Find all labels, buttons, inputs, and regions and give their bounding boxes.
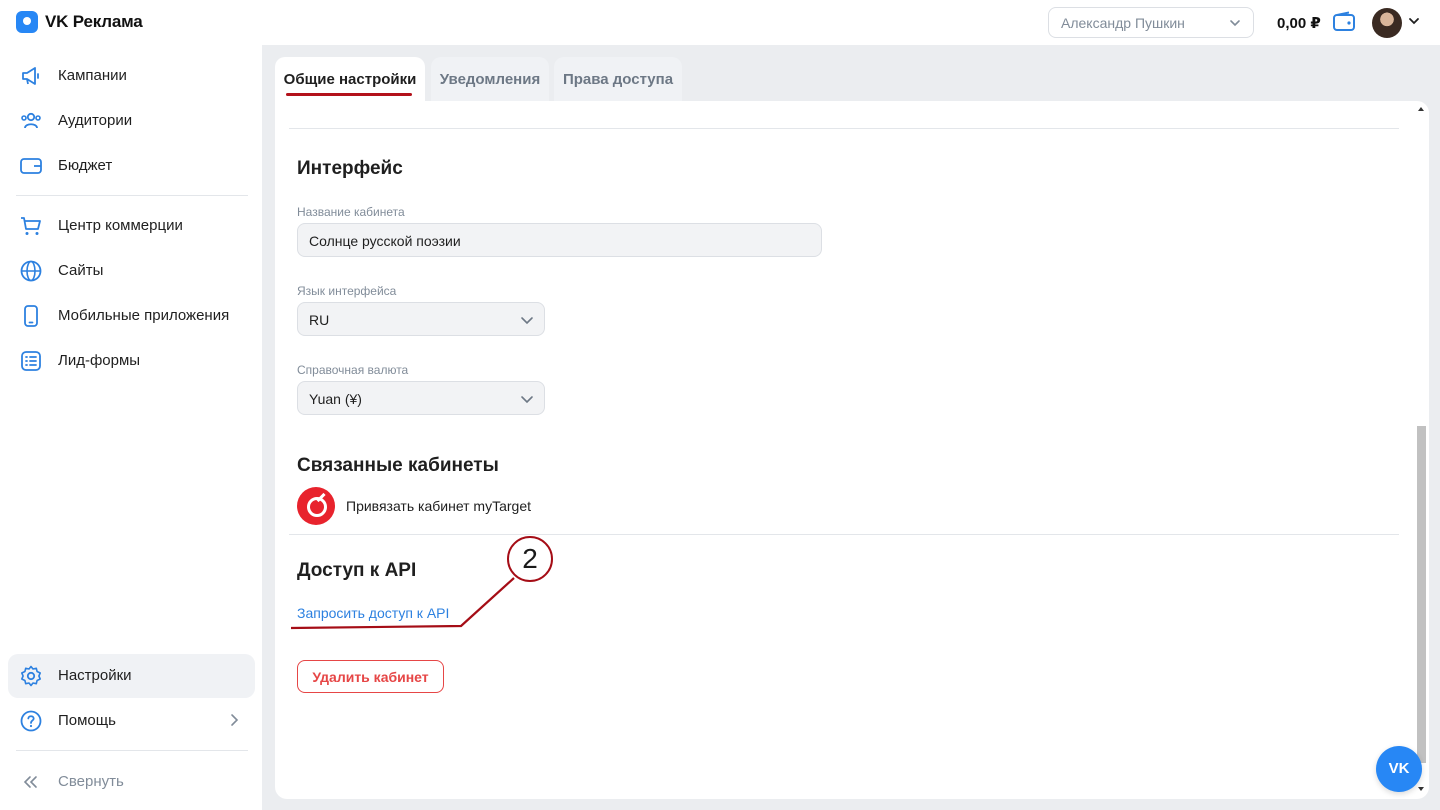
vk-chat-button[interactable]: VK [1376,746,1422,792]
annotation-pointer [290,577,515,630]
annotation-number-badge: 2 [507,536,553,582]
